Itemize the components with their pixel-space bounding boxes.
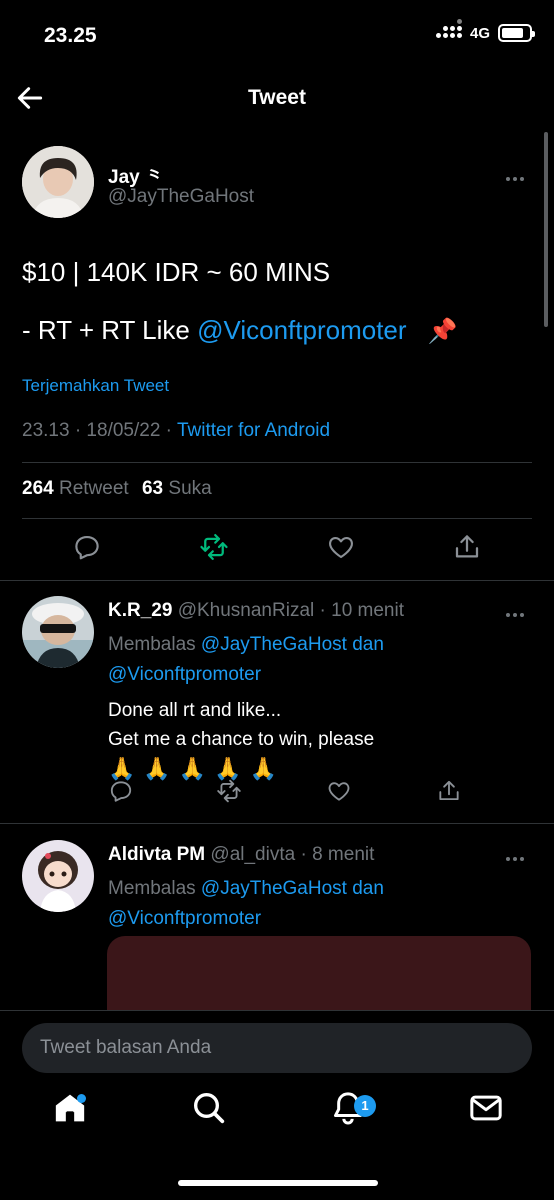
avatar-image [22,840,94,912]
more-options-icon[interactable] [506,168,528,181]
reply-composer-input[interactable]: Tweet balasan Anda [22,1023,532,1073]
notification-badge: 1 [354,1095,376,1117]
reply-line: Done all rt and like... [108,700,282,721]
reply-icon[interactable] [72,532,102,562]
reply-time: · 10 menit [319,600,404,621]
more-options-icon[interactable] [506,848,528,861]
divider [0,823,554,824]
tweet-actions [22,532,532,572]
share-icon[interactable] [436,778,462,804]
search-icon[interactable] [189,1088,229,1128]
like-heart-icon[interactable] [326,778,352,804]
divider [22,462,532,463]
tweet-meta: 23.13 · 18/05/22 · Twitter for Android [22,420,330,442]
divider [0,580,554,581]
like-label[interactable]: Suka [168,478,211,499]
avatar-image [22,146,94,218]
divider [22,518,532,519]
reply-line: Get me a chance to win, please [108,729,375,750]
more-options-icon[interactable] [506,604,528,617]
reply-avatar[interactable] [22,596,94,668]
reply-author-name[interactable]: Aldivta PM [108,844,205,865]
replying-to: Membalas @JayTheGaHost dan @Viconftpromo… [108,874,384,934]
reply-time: · 8 menit [300,844,375,865]
reply-avatar[interactable] [22,840,94,912]
author-handle[interactable]: @JayTheGaHost [108,186,254,208]
retweet-icon[interactable] [216,778,242,804]
avatar-image [22,596,94,668]
battery-icon [498,24,535,42]
replying-to: Membalas @JayTheGaHost dan @Viconftpromo… [108,630,384,690]
like-count[interactable]: 63 [142,478,163,499]
tweet-line-2: - RT + RT Like @Viconftpromoter 📌 [22,310,522,352]
like-heart-icon[interactable] [326,532,356,562]
clock: 23.25 [44,24,97,47]
replying-label: Membalas [108,634,201,655]
reply-header: Aldivta PM @al_divta · 8 menit [108,844,374,866]
retweet-count[interactable]: 264 [22,478,54,499]
reply-author-handle[interactable]: @al_divta [210,844,295,865]
home-unread-dot [77,1094,86,1103]
author-name[interactable]: Jay ⺀ [108,162,164,189]
network-type: 4G [469,24,490,42]
replying-to-link[interactable]: @Viconftpromoter [108,908,261,929]
reply-icon[interactable] [108,778,134,804]
replying-to-link[interactable]: @JayTheGaHost dan [201,878,384,899]
reply-author-name[interactable]: K.R_29 [108,600,172,621]
messages-mail-icon[interactable] [466,1088,506,1128]
replying-to-link[interactable]: @JayTheGaHost dan [201,634,384,655]
reply-author-handle[interactable]: @KhusnanRizal [178,600,315,621]
author-avatar[interactable] [22,146,94,218]
tweet-line-2-text: - RT + RT Like [22,315,198,345]
tweet-line-1: $10 | 140K IDR ~ 60 MINS [22,257,331,287]
tweet-stats: 264 Retweet 63 Suka [22,478,212,500]
scrollbar[interactable] [544,132,548,327]
reply-text: Done all rt and like... Get me a chance … [108,696,374,783]
replying-label: Membalas [108,878,201,899]
status-bar: 23.25 4G [0,0,554,70]
tweet-timestamp: 23.13 · 18/05/22 · [22,420,177,441]
retweet-icon[interactable] [199,532,229,562]
composer-placeholder: Tweet balasan Anda [40,1037,212,1058]
tweet-text: $10 | 140K IDR ~ 60 MINS - RT + RT Like … [22,252,522,352]
retweet-label[interactable]: Retweet [59,478,129,499]
status-icons: 4G [435,19,535,42]
home-indicator[interactable] [178,1180,378,1186]
share-icon[interactable] [452,532,482,562]
page-title: Tweet [248,86,306,109]
translate-tweet-link[interactable]: Terjemahkan Tweet [22,376,169,396]
reply-actions [108,778,532,818]
reply-media-image[interactable] [107,936,531,1016]
top-bar: Tweet [0,70,554,128]
pushpin-emoji: 📌 [427,318,458,345]
reply-header: K.R_29 @KhusnanRizal · 10 menit [108,600,404,622]
replying-to-link[interactable]: @Viconftpromoter [108,664,261,685]
reply-item[interactable]: K.R_29 @KhusnanRizal · 10 menit Membalas… [22,596,532,816]
signal-icon [435,19,462,42]
tweet-source-link[interactable]: Twitter for Android [177,420,330,441]
mention-link[interactable]: @Viconftpromoter [197,315,406,345]
